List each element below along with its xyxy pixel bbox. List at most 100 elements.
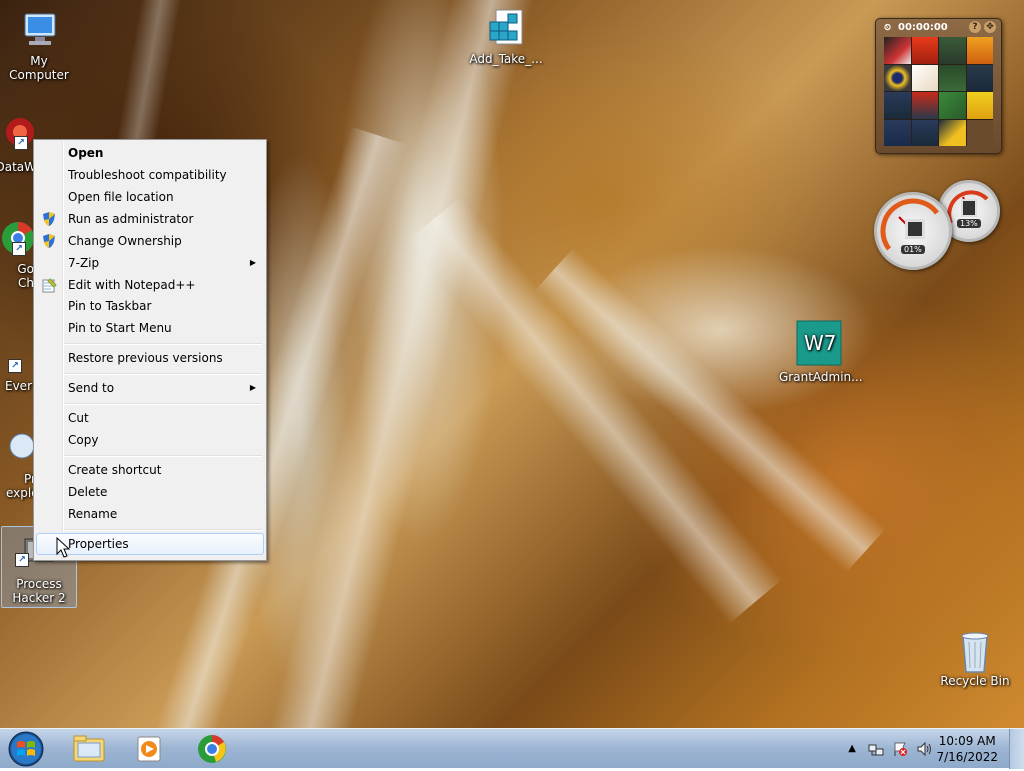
menu-item-label: Troubleshoot compatibility	[68, 168, 227, 182]
puzzle-tile[interactable]	[911, 64, 938, 91]
puzzle-tile[interactable]	[939, 92, 966, 119]
desktop-wallpaper[interactable]: My Computer ↗ DataW ↗ Go Ch ↗ Ever Pr ex…	[0, 0, 1024, 728]
my-computer-desktop-icon[interactable]: My Computer	[0, 10, 79, 82]
chrome-desktop-icon: ↗	[0, 218, 34, 258]
show-desktop-button[interactable]	[1009, 729, 1024, 769]
mouse-cursor-icon	[56, 537, 70, 558]
menu-item-delete[interactable]: Delete	[36, 481, 264, 503]
menu-separator	[64, 403, 262, 405]
puzzle-empty-tile	[966, 119, 993, 146]
puzzle-help-icon[interactable]: ?	[969, 21, 981, 33]
puzzle-tile[interactable]	[884, 92, 911, 119]
menu-item-pin-to-taskbar[interactable]: Pin to Taskbar	[36, 295, 264, 317]
menu-item-label: Change Ownership	[68, 234, 182, 248]
menu-item-pin-to-start-menu[interactable]: Pin to Start Menu	[36, 317, 264, 339]
context-menu: Open Troubleshoot compatibility Open fil…	[33, 139, 267, 561]
puzzle-tile[interactable]	[939, 119, 966, 146]
grant-admin-desktop-icon[interactable]: W7 GrantAdmin...	[779, 320, 863, 384]
menu-separator	[64, 455, 262, 457]
menu-item-open-file-location[interactable]: Open file location	[36, 186, 264, 208]
puzzle-tile[interactable]	[911, 119, 938, 146]
menu-item-label: Open	[68, 146, 104, 160]
recycle-bin-label: Recycle Bin	[940, 674, 1010, 688]
menu-item-label: Run as administrator	[68, 212, 194, 226]
process-explorer-icon	[0, 428, 36, 468]
volume-icon[interactable]	[916, 741, 932, 761]
notepad-plus-plus-icon	[41, 277, 57, 293]
menu-item-properties[interactable]: Properties	[36, 533, 264, 555]
puzzle-tile[interactable]	[911, 92, 938, 119]
clock-date: 7/16/2022	[936, 750, 998, 764]
dataw-label: DataW	[0, 160, 36, 174]
menu-item-edit-with-notepad[interactable]: Edit with Notepad++	[36, 274, 264, 296]
puzzle-tile[interactable]	[939, 37, 966, 64]
show-hidden-icons-chevron[interactable]: ▲	[848, 743, 856, 754]
add-take-ownership-desktop-icon[interactable]: Add_Take_...	[466, 8, 546, 66]
menu-item-label: Send to	[68, 381, 115, 395]
svg-text:W7: W7	[804, 331, 837, 355]
puzzle-tile[interactable]	[911, 37, 938, 64]
registry-file-icon	[486, 8, 526, 48]
shortcut-arrow-icon: ↗	[14, 136, 28, 150]
puzzle-tile[interactable]	[966, 92, 993, 119]
menu-item-7zip[interactable]: 7-Zip ▶	[36, 252, 264, 274]
grant-admin-label: GrantAdmin...	[779, 370, 863, 384]
puzzle-tile[interactable]	[884, 64, 911, 91]
menu-separator	[64, 373, 262, 375]
menu-item-create-shortcut[interactable]: Create shortcut	[36, 459, 264, 481]
process-explorer-label: Pr explo	[6, 472, 39, 500]
menu-separator	[64, 343, 262, 345]
process-hacker-label: Process Hacker 2	[12, 577, 66, 605]
chrome-icon	[198, 735, 226, 763]
puzzle-grid	[884, 37, 993, 146]
w7-tile-icon: W7	[796, 320, 842, 366]
menu-item-copy[interactable]: Copy	[36, 429, 264, 451]
puzzle-solve-icon[interactable]: ✥	[984, 21, 996, 33]
start-button[interactable]	[4, 730, 48, 768]
action-center-flag-icon[interactable]	[892, 741, 908, 761]
taskbar-clock[interactable]: 10:09 AM 7/16/2022	[936, 733, 998, 765]
puzzle-tile[interactable]	[939, 64, 966, 91]
computer-icon	[19, 10, 59, 50]
recycle-bin-desktop-icon[interactable]: Recycle Bin	[935, 630, 1015, 688]
cpu-gauge: 01%	[874, 192, 952, 270]
menu-item-label: Rename	[68, 507, 118, 521]
puzzle-tile[interactable]	[884, 119, 911, 146]
menu-item-rename[interactable]: Rename	[36, 503, 264, 525]
menu-item-label: Restore previous versions	[68, 351, 223, 365]
menu-item-send-to[interactable]: Send to ▶	[36, 377, 264, 399]
uac-shield-icon	[41, 233, 57, 249]
picture-puzzle-gadget[interactable]: ⏲ 00:00:00 ? ✥	[875, 18, 1002, 154]
menu-item-open[interactable]: Open	[36, 142, 264, 164]
taskbar-explorer-button[interactable]	[60, 731, 118, 767]
cpu-meter-gadget[interactable]: 13% 01%	[872, 178, 1000, 274]
everything-desktop-icon[interactable]: ↗ Ever	[0, 335, 32, 393]
memory-percent: 13%	[957, 219, 981, 228]
submenu-arrow-icon: ▶	[249, 258, 256, 267]
menu-item-label: Properties	[68, 537, 129, 551]
menu-item-label: Create shortcut	[68, 463, 162, 477]
menu-item-troubleshoot-compatibility[interactable]: Troubleshoot compatibility	[36, 164, 264, 186]
puzzle-tile[interactable]	[884, 37, 911, 64]
menu-item-label: Delete	[68, 485, 108, 499]
taskbar-media-player-button[interactable]	[120, 731, 178, 767]
puzzle-tile[interactable]	[966, 64, 993, 91]
shortcut-arrow-icon: ↗	[15, 553, 29, 567]
menu-item-cut[interactable]: Cut	[36, 407, 264, 429]
menu-item-restore-previous-versions[interactable]: Restore previous versions	[36, 347, 264, 369]
menu-item-label: Pin to Taskbar	[68, 299, 152, 313]
puzzle-timer-icon: ⏲	[884, 23, 892, 33]
puzzle-tile[interactable]	[966, 37, 993, 64]
dataw-desktop-icon[interactable]: ↗ DataW	[0, 116, 36, 174]
taskbar-chrome-button[interactable]	[182, 731, 240, 767]
shortcut-arrow-icon: ↗	[12, 242, 26, 256]
process-explorer-desktop-icon[interactable]: Pr explo	[0, 428, 39, 500]
network-icon[interactable]	[868, 741, 884, 761]
dataw-icon: ↗	[0, 116, 36, 156]
menu-item-run-as-administrator[interactable]: Run as administrator	[36, 208, 264, 230]
shortcut-arrow-icon: ↗	[8, 359, 22, 373]
google-chrome-desktop-icon[interactable]: ↗ Go Ch	[0, 218, 34, 290]
menu-item-change-ownership[interactable]: Change Ownership	[36, 230, 264, 252]
recycle-bin-icon	[955, 630, 995, 673]
google-chrome-label: Go Ch	[17, 262, 34, 290]
